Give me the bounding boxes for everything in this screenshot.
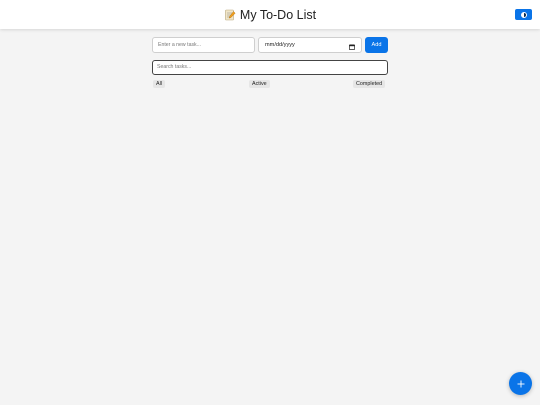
due-date-value: mm/dd/yyyy xyxy=(265,42,295,48)
calendar-icon[interactable] xyxy=(349,42,355,50)
add-button-label: Add xyxy=(371,42,382,48)
due-date-input[interactable]: mm/dd/yyyy xyxy=(258,37,362,53)
page-title-text: My To-Do List xyxy=(239,7,317,22)
filter-completed-label: Completed xyxy=(356,81,383,87)
memo-icon xyxy=(224,9,236,21)
filter-active-label: Active xyxy=(252,81,267,87)
contrast-icon xyxy=(520,11,527,18)
new-task-input[interactable]: Enter a new task... xyxy=(152,37,255,53)
floating-add-button[interactable] xyxy=(509,372,532,395)
filter-all-label: All xyxy=(156,81,162,87)
search-input[interactable]: Search tasks... xyxy=(152,60,388,75)
filter-completed-button[interactable]: Completed xyxy=(353,80,386,88)
plus-icon xyxy=(517,380,524,387)
add-task-button[interactable]: Add xyxy=(365,37,388,53)
app-header: My To-Do List xyxy=(0,0,540,29)
new-task-placeholder: Enter a new task... xyxy=(158,42,201,48)
filter-active-button[interactable]: Active xyxy=(249,80,270,88)
search-placeholder: Search tasks... xyxy=(157,64,192,70)
page-title: My To-Do List xyxy=(224,8,316,22)
theme-toggle-button[interactable] xyxy=(515,9,532,20)
filter-all-button[interactable]: All xyxy=(153,80,165,88)
